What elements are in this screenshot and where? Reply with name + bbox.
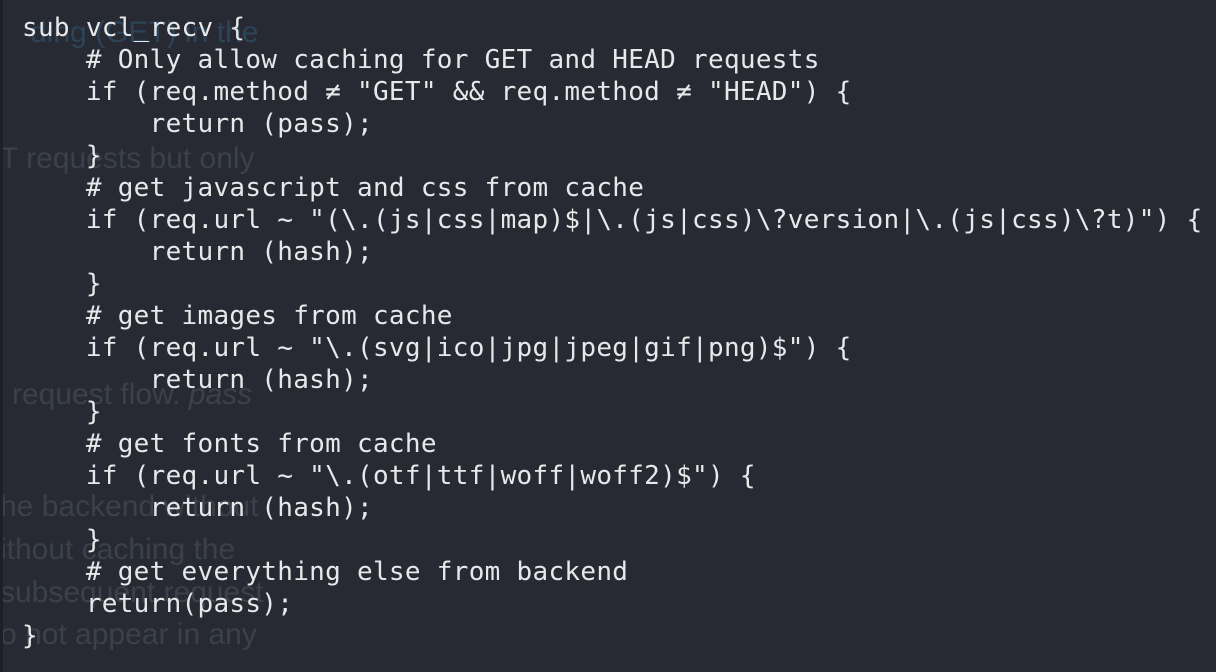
code-line: if (req.method ≠ "GET" && req.method ≠ "…	[22, 77, 852, 107]
code-line: return (pass);	[22, 109, 373, 139]
code-line: # get fonts from cache	[22, 429, 437, 459]
code-block[interactable]: sub vcl_recv { # Only allow caching for …	[22, 12, 1203, 652]
code-line: # Only allow caching for GET and HEAD re…	[22, 45, 820, 75]
code-line: }	[22, 621, 38, 651]
code-line: sub vcl_recv {	[22, 13, 246, 43]
code-line: if (req.url ~ "(\.(js|css|map)$|\.(js|cs…	[22, 205, 1203, 235]
code-line: if (req.url ~ "\.(svg|ico|jpg|jpeg|gif|p…	[22, 333, 852, 363]
code-line: return (hash);	[22, 365, 373, 395]
code-line: return (hash);	[22, 237, 373, 267]
code-line: }	[22, 269, 102, 299]
code-line: if (req.url ~ "\.(otf|ttf|woff|woff2)$")…	[22, 461, 756, 491]
code-line: }	[22, 397, 102, 427]
code-line: return(pass);	[22, 589, 294, 619]
code-line: # get images from cache	[22, 301, 453, 331]
code-screenshot: ding (GET) in the T requests but only re…	[0, 0, 1216, 672]
code-line: }	[22, 141, 102, 171]
left-edge-bar	[0, 0, 3, 672]
code-line: # get javascript and css from cache	[22, 173, 645, 203]
code-line: return (hash);	[22, 493, 373, 523]
code-line: # get everything else from backend	[22, 557, 629, 587]
code-line: }	[22, 525, 102, 555]
